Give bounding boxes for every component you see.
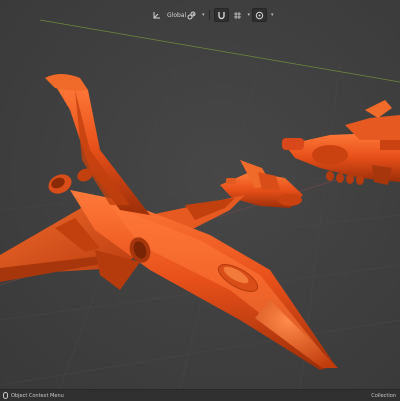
status-collection-label: Collection (371, 392, 396, 399)
3d-viewport[interactable]: Global ▾ ▾ ▾ ▾ (0, 0, 400, 389)
y-axis-line (39, 19, 400, 83)
proportional-edit-icon[interactable] (252, 8, 268, 22)
jet-main (0, 74, 338, 370)
status-left: Object Context Menu (0, 392, 64, 399)
axes-icon (150, 9, 163, 21)
status-right: Collection (371, 393, 400, 399)
scene-render (0, 19, 400, 389)
chevron-down-icon[interactable]: ▾ (202, 12, 205, 18)
link-icon[interactable] (185, 9, 198, 21)
status-left-label: Object Context Menu (11, 392, 64, 399)
magnet-icon[interactable] (213, 8, 229, 22)
viewport-header: Global ▾ ▾ ▾ ▾ (0, 0, 400, 28)
chevron-down-icon[interactable]: ▾ (271, 12, 274, 18)
mouse-icon (3, 392, 8, 399)
separator (208, 10, 210, 20)
chevron-down-icon[interactable]: ▾ (248, 12, 251, 18)
ship-far-right (282, 100, 400, 185)
status-bar: Object Context Menu Collection (0, 389, 400, 401)
grid-snap-icon[interactable] (231, 9, 244, 21)
